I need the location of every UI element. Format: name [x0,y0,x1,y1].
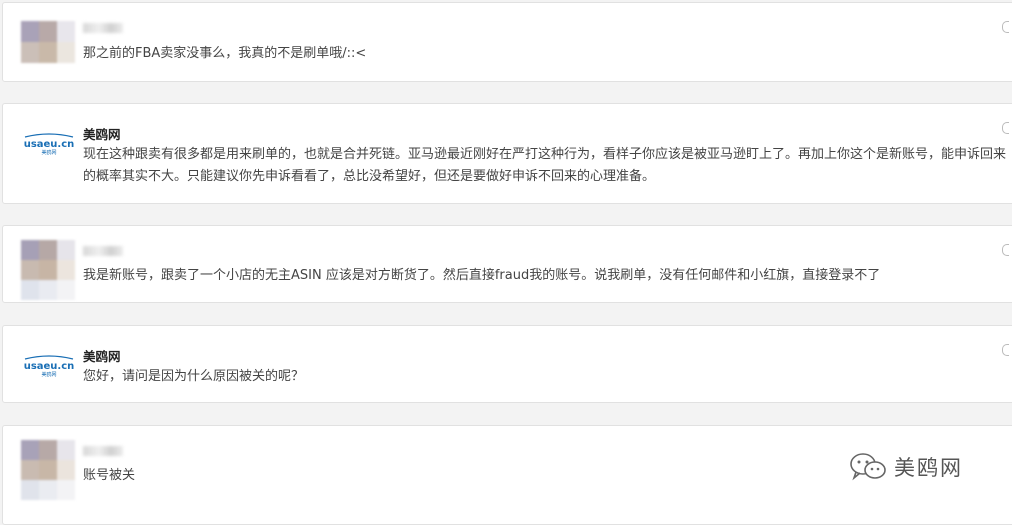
comment-text: 那之前的FBA卖家没事么，我真的不是刷单哦/::< [83,46,367,61]
author-name[interactable]: 美鸥网 [83,124,121,143]
more-icon[interactable] [1002,122,1009,134]
usaeu-logo-icon[interactable]: usaeu.cn 美鸥网 [23,354,75,378]
svg-text:usaeu.cn: usaeu.cn [24,361,75,372]
watermark: 美鸥网 [848,452,963,482]
comment-card: 我是新账号，跟卖了一个小店的无主ASIN 应该是对方断货了。然后直接fraud我… [2,225,1012,303]
more-icon[interactable] [1002,244,1009,256]
comment-text: 您好，请问是因为什么原因被关的呢？ [83,369,305,384]
comment-text: 我是新账号，跟卖了一个小店的无主ASIN 应该是对方断货了。然后直接fraud我… [83,268,881,283]
author-name[interactable] [83,23,123,33]
usaeu-logo-icon[interactable]: usaeu.cn 美鸥网 [23,132,75,156]
svg-text:usaeu.cn: usaeu.cn [24,139,75,150]
comment-card: 那之前的FBA卖家没事么，我真的不是刷单哦/::< [2,2,1012,82]
wechat-icon [850,453,886,481]
more-icon[interactable] [1002,344,1009,356]
svg-text:美鸥网: 美鸥网 [41,149,56,156]
avatar[interactable] [21,440,75,500]
comment-text: 现在这种跟卖有很多都是用来刷单的，也就是合并死链。亚马逊最近刚好在严打这种行为，… [83,147,1007,184]
author-name[interactable]: 美鸥网 [83,346,121,365]
comment-card: usaeu.cn 美鸥网 美鸥网 您好，请问是因为什么原因被关的呢？ [2,325,1012,403]
author-name[interactable] [83,246,123,256]
comment-card: usaeu.cn 美鸥网 美鸥网 现在这种跟卖有很多都是用来刷单的，也就是合并死… [2,103,1012,204]
avatar[interactable] [21,240,75,300]
author-name[interactable] [83,446,123,456]
more-icon[interactable] [1002,21,1009,33]
avatar[interactable] [21,21,75,63]
svg-text:美鸥网: 美鸥网 [41,371,56,378]
watermark-text: 美鸥网 [894,456,963,480]
